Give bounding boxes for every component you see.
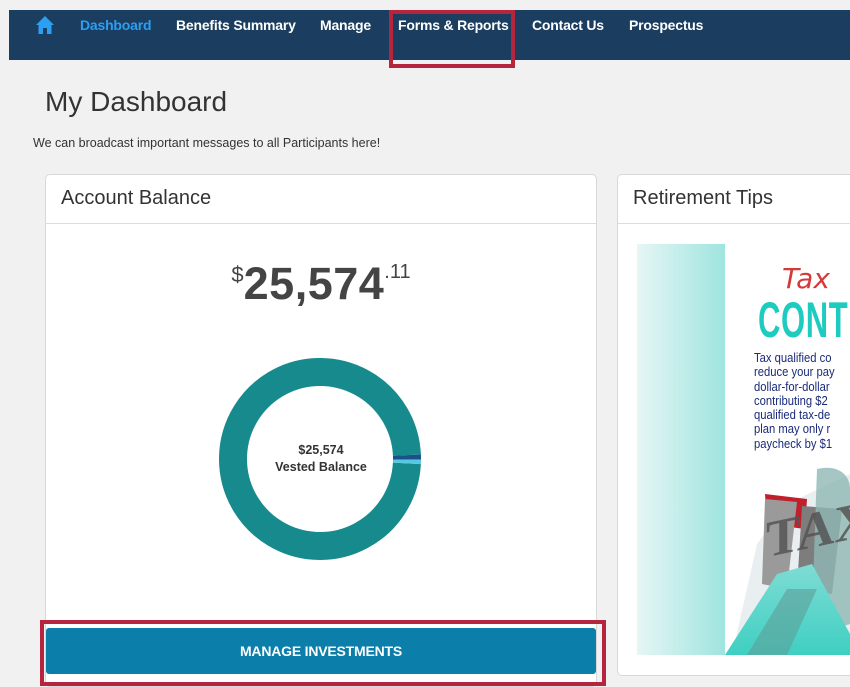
vested-balance-donut <box>219 358 421 560</box>
card-divider <box>618 223 850 224</box>
tips-image-subheading: CONT <box>758 292 849 348</box>
balance-cents: .11 <box>384 261 411 283</box>
page-title: My Dashboard <box>45 86 228 117</box>
currency-symbol: $ <box>231 262 244 287</box>
account-balance-amount: $25,574.11 <box>45 258 597 310</box>
donut-center-label: Vested Balance <box>275 460 367 474</box>
nav-benefits-summary[interactable]: Benefits Summary <box>176 0 296 50</box>
nav-dashboard[interactable]: Dashboard <box>80 0 152 50</box>
card-divider <box>46 223 596 224</box>
nav-contact-us[interactable]: Contact Us <box>532 0 604 50</box>
retirement-tips-title: Retirement Tips <box>633 187 774 209</box>
broadcast-message: We can broadcast important messages to a… <box>33 136 381 150</box>
home-icon[interactable] <box>35 15 55 35</box>
nav-forms-reports[interactable]: Forms & Reports <box>398 0 509 50</box>
nav-prospectus[interactable]: Prospectus <box>629 0 703 50</box>
manage-investments-button[interactable]: MANAGE INVESTMENTS <box>46 628 596 674</box>
nav-manage[interactable]: Manage <box>320 0 371 50</box>
tips-image-text: Tax qualified co reduce your pay dollar-… <box>754 351 835 451</box>
donut-center-amount: $25,574 <box>298 443 344 457</box>
balance-main: 25,574 <box>243 258 385 309</box>
donut-segment-0 <box>219 358 421 560</box>
account-balance-title: Account Balance <box>61 187 212 209</box>
